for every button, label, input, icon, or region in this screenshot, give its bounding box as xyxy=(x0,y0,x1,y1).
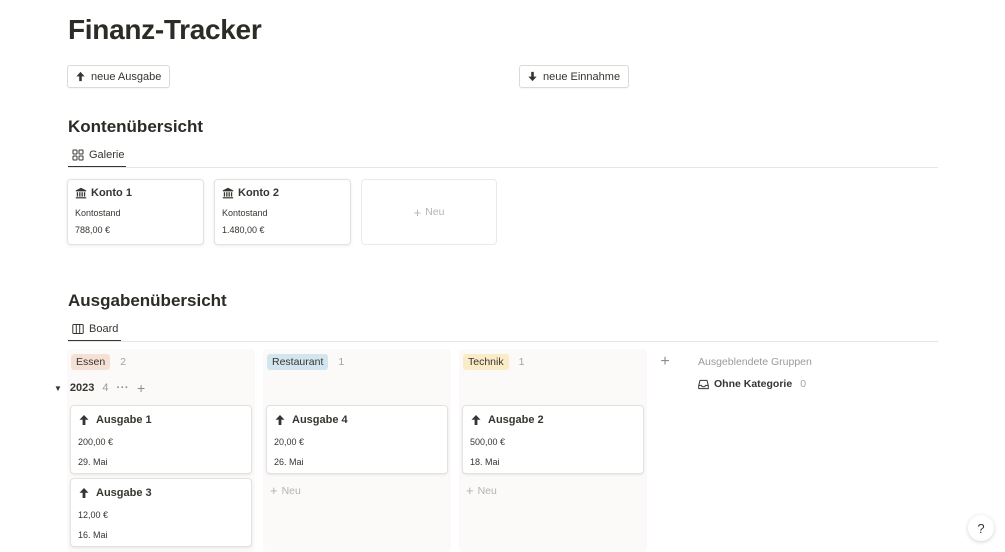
help-button[interactable]: ? xyxy=(968,515,994,541)
bank-icon xyxy=(222,187,234,199)
account-balance-value: 1.480,00 € xyxy=(222,225,265,235)
arrow-down-icon xyxy=(528,71,537,82)
group-tag: Technik xyxy=(463,354,509,370)
account-name: Konto 2 xyxy=(238,187,279,199)
account-balance-label: Kontostand xyxy=(222,208,268,218)
arrow-up-icon xyxy=(79,415,89,425)
arrow-up-icon xyxy=(76,71,85,82)
accounts-divider xyxy=(68,167,938,168)
expense-date: 29. Mai xyxy=(78,457,108,467)
expense-name: Ausgabe 3 xyxy=(96,487,152,499)
new-account-label: Neu xyxy=(425,206,445,218)
account-card-title: Konto 2 xyxy=(222,187,279,199)
new-card-button-technik[interactable]: + Neu xyxy=(466,483,497,498)
sub-group-2023[interactable]: ▼ 2023 4 ··· + xyxy=(54,381,145,395)
hidden-groups-label: Ausgeblendete Gruppen xyxy=(698,356,812,368)
expense-date: 26. Mai xyxy=(274,457,304,467)
tab-gallery[interactable]: Galerie xyxy=(68,143,128,167)
sub-group-year: 2023 xyxy=(69,382,95,394)
new-expense-label: neue Ausgabe xyxy=(91,70,162,83)
tab-gallery-label: Galerie xyxy=(89,149,125,161)
expense-name: Ausgabe 1 xyxy=(96,414,152,426)
group-tag: Restaurant xyxy=(267,354,329,370)
expense-card-title: Ausgabe 4 xyxy=(274,414,348,426)
tab-board-label: Board xyxy=(89,323,119,335)
no-category-label: Ohne Kategorie xyxy=(714,378,793,390)
more-icon[interactable]: ··· xyxy=(117,382,130,394)
plus-icon[interactable]: + xyxy=(137,381,145,395)
arrow-up-icon xyxy=(275,415,285,425)
expense-card[interactable]: Ausgabe 4 20,00 € 26. Mai xyxy=(266,405,448,474)
plus-icon: + xyxy=(270,483,278,498)
page-title: Finanz-Tracker xyxy=(68,14,262,45)
add-group-button[interactable]: + xyxy=(654,351,676,373)
accounts-section-title: Kontenübersicht xyxy=(68,117,204,136)
expense-date: 18. Mai xyxy=(470,457,500,467)
expense-name: Ausgabe 2 xyxy=(488,414,544,426)
expense-card-title: Ausgabe 2 xyxy=(470,414,544,426)
new-expense-button[interactable]: neue Ausgabe xyxy=(67,65,171,88)
plus-icon: + xyxy=(413,204,422,220)
new-card-label: Neu xyxy=(281,484,301,497)
group-header-essen[interactable]: Essen 2 xyxy=(71,351,126,373)
new-income-label: neue Einnahme xyxy=(543,70,621,83)
new-income-button[interactable]: neue Einnahme xyxy=(519,65,630,88)
account-card[interactable]: Konto 2 Kontostand 1.480,00 € xyxy=(214,179,351,245)
expense-amount: 12,00 € xyxy=(78,510,109,520)
expense-name: Ausgabe 4 xyxy=(292,414,348,426)
account-name: Konto 1 xyxy=(91,187,132,199)
arrow-up-icon xyxy=(471,415,481,425)
new-card-button-restaurant[interactable]: + Neu xyxy=(270,483,301,498)
group-header-technik[interactable]: Technik 1 xyxy=(463,351,524,373)
plus-icon: + xyxy=(660,353,670,370)
collapse-triangle-icon[interactable]: ▼ xyxy=(54,384,62,393)
expense-card-title: Ausgabe 3 xyxy=(78,487,152,499)
sub-group-count: 4 xyxy=(102,382,109,394)
expense-card[interactable]: Ausgabe 3 12,00 € 16. Mai xyxy=(70,478,252,547)
expense-card[interactable]: Ausgabe 1 200,00 € 29. Mai xyxy=(70,405,252,474)
hidden-group-no-category[interactable]: Ohne Kategorie 0 xyxy=(698,378,806,390)
new-card-label: Neu xyxy=(477,484,497,497)
bank-icon xyxy=(75,187,87,199)
tab-board[interactable]: Board xyxy=(68,317,122,341)
group-header-restaurant[interactable]: Restaurant 1 xyxy=(267,351,344,373)
group-count: 1 xyxy=(338,356,345,368)
group-tag: Essen xyxy=(71,354,111,370)
expense-amount: 20,00 € xyxy=(274,437,305,447)
gallery-icon xyxy=(72,149,84,161)
account-balance-label: Kontostand xyxy=(75,208,121,218)
expense-amount: 500,00 € xyxy=(470,437,506,447)
group-count: 1 xyxy=(518,356,525,368)
inbox-icon xyxy=(698,379,709,389)
board-icon xyxy=(72,324,84,334)
account-card-title: Konto 1 xyxy=(75,187,132,199)
expense-card-title: Ausgabe 1 xyxy=(78,414,152,426)
new-account-button[interactable]: + Neu xyxy=(361,179,497,245)
expense-card[interactable]: Ausgabe 2 500,00 € 18. Mai xyxy=(462,405,644,474)
account-card[interactable]: Konto 1 Kontostand 788,00 € xyxy=(67,179,204,245)
expenses-divider xyxy=(68,341,938,342)
expense-amount: 200,00 € xyxy=(78,437,114,447)
account-balance-value: 788,00 € xyxy=(75,225,111,235)
expenses-section-title: Ausgabenübersicht xyxy=(68,291,227,310)
arrow-up-icon xyxy=(79,488,89,498)
help-icon: ? xyxy=(977,520,985,536)
plus-icon: + xyxy=(466,483,474,498)
group-count: 2 xyxy=(120,356,127,368)
expense-date: 16. Mai xyxy=(78,530,108,540)
no-category-count: 0 xyxy=(800,378,807,390)
